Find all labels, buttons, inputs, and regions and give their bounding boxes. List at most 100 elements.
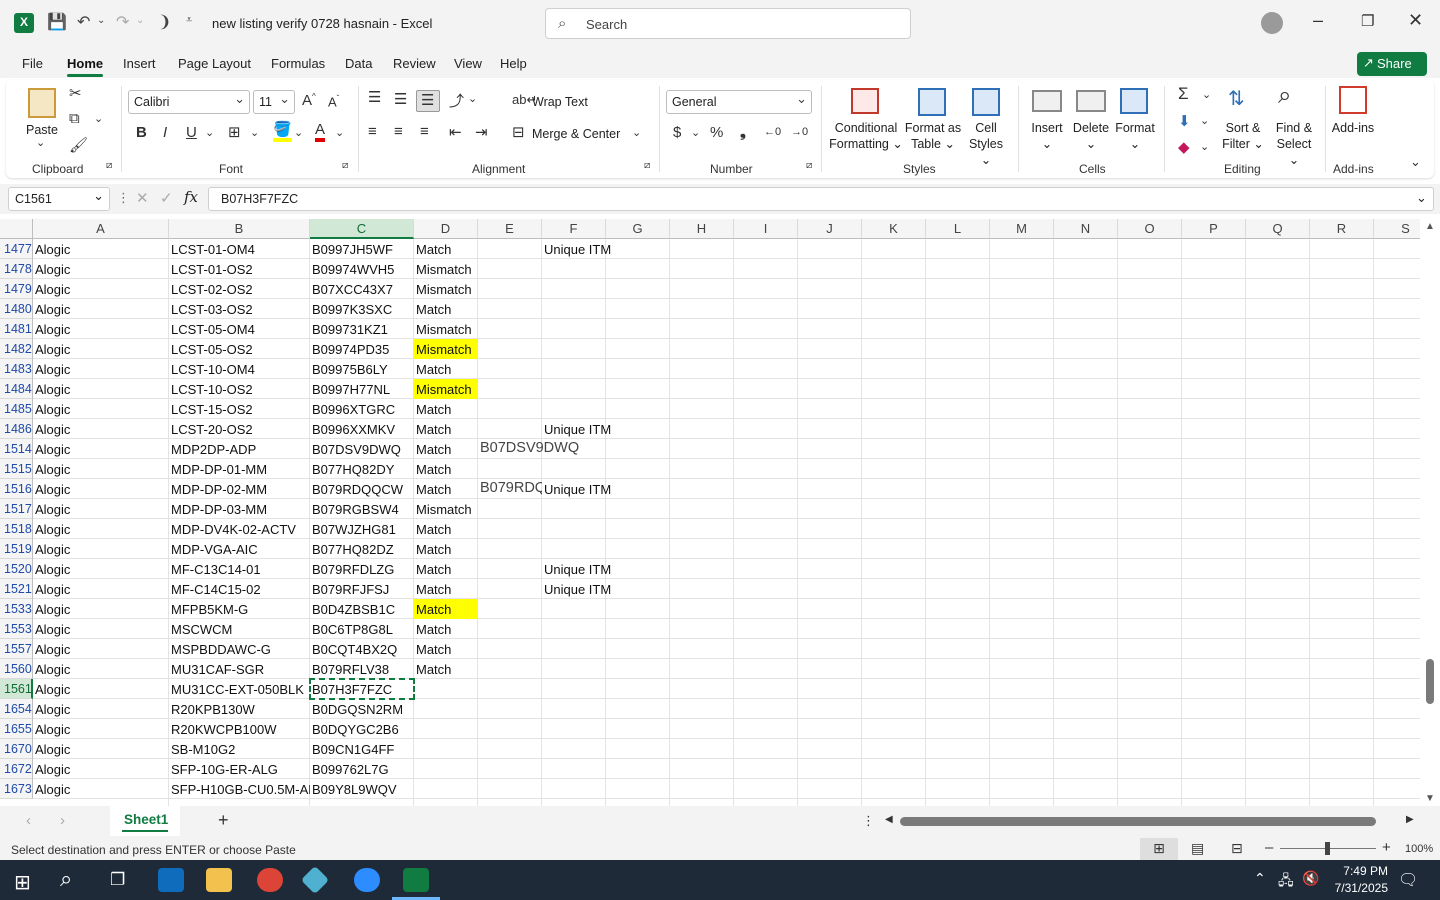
cell-d[interactable]: Match xyxy=(414,659,478,679)
font-color-dropdown-icon[interactable]: ⌄ xyxy=(335,126,344,139)
cell-c[interactable]: B0997K3SXC xyxy=(310,299,414,319)
column-header-s[interactable]: S xyxy=(1374,219,1420,239)
cell-d[interactable]: Match xyxy=(414,619,478,639)
merge-center-button[interactable]: Merge & Center xyxy=(532,126,620,142)
underline-icon[interactable]: U xyxy=(186,124,197,141)
cell-b[interactable]: MDP-VGA-AIC xyxy=(169,539,310,559)
number-format-select[interactable]: General xyxy=(666,90,812,114)
column-header-e[interactable]: E xyxy=(478,219,542,239)
column-header-r[interactable]: R xyxy=(1310,219,1374,239)
cell-d[interactable]: Match xyxy=(414,539,478,559)
cell-d[interactable]: Match xyxy=(414,559,478,579)
next-sheet-icon[interactable]: › xyxy=(60,812,65,829)
cell-d[interactable]: Match xyxy=(414,639,478,659)
row-header[interactable]: 1654 xyxy=(0,699,33,719)
share-button[interactable]: Share xyxy=(1357,52,1427,76)
cell-b[interactable]: LCST-15-OS2 xyxy=(169,399,310,419)
cell-d[interactable]: Match xyxy=(414,359,478,379)
restore-icon[interactable]: ❐ xyxy=(1361,12,1374,30)
cell-d[interactable]: Match xyxy=(414,479,478,499)
cut-icon[interactable]: ✂ xyxy=(69,84,82,102)
cell-b[interactable]: R20KPB130W xyxy=(169,699,310,719)
row-header[interactable]: 1486 xyxy=(0,419,33,439)
cell-b[interactable]: R20KWCPB100W xyxy=(169,719,310,739)
cell-a[interactable]: Alogic xyxy=(33,239,169,259)
insert-function-icon[interactable]: fx xyxy=(184,188,198,206)
column-header-k[interactable]: K xyxy=(862,219,926,239)
zoom-level[interactable]: 100% xyxy=(1405,843,1433,855)
merge-dropdown-icon[interactable]: ⌄ xyxy=(632,126,641,139)
cell-b[interactable]: MF-C13C14-01 xyxy=(169,559,310,579)
cell-f[interactable]: Unique ITM xyxy=(542,479,670,499)
windows-start-icon[interactable]: ⊞ xyxy=(14,870,31,895)
find-select-icon[interactable]: ⌕ xyxy=(1278,82,1291,110)
task-view-icon[interactable]: ❐ xyxy=(110,870,125,890)
column-header-a[interactable]: A xyxy=(33,219,169,239)
vertical-scrollbar[interactable]: ▲ ▼ xyxy=(1420,219,1440,806)
cell-a[interactable]: Alogic xyxy=(33,759,169,779)
currency-icon[interactable]: $ xyxy=(673,124,681,141)
cell-c[interactable]: B09CN1G4FF xyxy=(310,739,414,759)
cell-b[interactable]: MF-C14C15-02 xyxy=(169,579,310,599)
cell-b[interactable]: LCST-10-OS2 xyxy=(169,379,310,399)
customize-qat-icon[interactable]: ⩡ xyxy=(186,14,192,27)
account-avatar-icon[interactable] xyxy=(1261,12,1283,34)
cell-c[interactable]: B0997JH5WF xyxy=(310,239,414,259)
row-header[interactable]: 1670 xyxy=(0,739,33,759)
add-ins-button[interactable]: Add-ins xyxy=(1331,120,1375,136)
row-header[interactable]: 1514 xyxy=(0,439,33,459)
cell-c[interactable]: B077HQ82DZ xyxy=(310,539,414,559)
select-all-corner[interactable] xyxy=(0,219,33,239)
cell-b[interactable]: LCST-10-OM4 xyxy=(169,359,310,379)
cell-b[interactable]: MDP-DP-02-MM xyxy=(169,479,310,499)
cell-a[interactable]: Alogic xyxy=(33,639,169,659)
cell-d[interactable]: Match xyxy=(414,459,478,479)
currency-dropdown-icon[interactable]: ⌄ xyxy=(691,126,700,139)
cell-a[interactable]: Alogic xyxy=(33,779,169,799)
row-header[interactable]: 1484 xyxy=(0,379,33,399)
cell-b[interactable]: MFPB5KM-G xyxy=(169,599,310,619)
row-header[interactable]: 1673 xyxy=(0,779,33,799)
expand-formula-bar-icon[interactable]: ⌄ xyxy=(1416,190,1427,206)
excel-taskbar-icon[interactable] xyxy=(403,868,429,892)
add-sheet-icon[interactable]: + xyxy=(218,810,229,831)
page-layout-view-icon[interactable]: ▤ xyxy=(1191,840,1204,857)
tab-insert[interactable]: Insert xyxy=(123,56,156,71)
cell-c[interactable]: B099762L7G xyxy=(310,759,414,779)
row-header[interactable]: 1672 xyxy=(0,759,33,779)
conditional-formatting-icon[interactable] xyxy=(851,88,879,114)
cell-f[interactable]: Unique ITM xyxy=(542,579,670,599)
cell-styles-icon[interactable] xyxy=(972,88,1000,116)
sort-filter-button[interactable]: Sort & Filter ⌄ xyxy=(1220,120,1266,152)
row-header[interactable]: 1518 xyxy=(0,519,33,539)
file-explorer-icon[interactable] xyxy=(206,868,232,892)
row-header[interactable]: 1480 xyxy=(0,299,33,319)
tab-data[interactable]: Data xyxy=(345,56,372,71)
tab-review[interactable]: Review xyxy=(393,56,436,71)
borders-icon[interactable]: ⊞ xyxy=(228,123,241,141)
cell-c[interactable]: B077HQ82DY xyxy=(310,459,414,479)
increase-decimal-icon[interactable]: ←0 xyxy=(764,126,781,138)
close-icon[interactable]: ✕ xyxy=(1408,10,1423,31)
taskbar-clock[interactable]: 7:49 PM 7/31/2025 xyxy=(1335,863,1388,897)
cell-a[interactable]: Alogic xyxy=(33,679,169,699)
borders-dropdown-icon[interactable]: ⌄ xyxy=(250,126,259,139)
cell-a[interactable]: Alogic xyxy=(33,499,169,519)
scroll-up-icon[interactable]: ▲ xyxy=(1425,221,1435,232)
cell-d[interactable]: Match xyxy=(414,439,478,459)
cell-a[interactable]: Alogic xyxy=(33,419,169,439)
row-header[interactable]: 1482 xyxy=(0,339,33,359)
insert-cells-button[interactable]: Insert ⌄ xyxy=(1028,120,1066,152)
column-header-d[interactable]: D xyxy=(414,219,478,239)
row-header[interactable]: 1483 xyxy=(0,359,33,379)
cell-b[interactable]: LCST-01-OS2 xyxy=(169,259,310,279)
undo-dropdown-icon[interactable]: ⌄ xyxy=(97,15,105,26)
format-cells-button[interactable]: Format ⌄ xyxy=(1112,120,1158,152)
number-launcher-icon[interactable]: ⧄ xyxy=(806,160,812,171)
increase-font-icon[interactable]: A^ xyxy=(302,92,316,109)
cell-c[interactable]: B0DQYGC2B6 xyxy=(310,719,414,739)
zoom-out-icon[interactable]: – xyxy=(1265,839,1273,856)
cell-b[interactable]: SB-M10G2 xyxy=(169,739,310,759)
align-left-icon[interactable]: ≡ xyxy=(368,123,377,140)
fill-icon[interactable]: ⬇ xyxy=(1178,112,1191,130)
